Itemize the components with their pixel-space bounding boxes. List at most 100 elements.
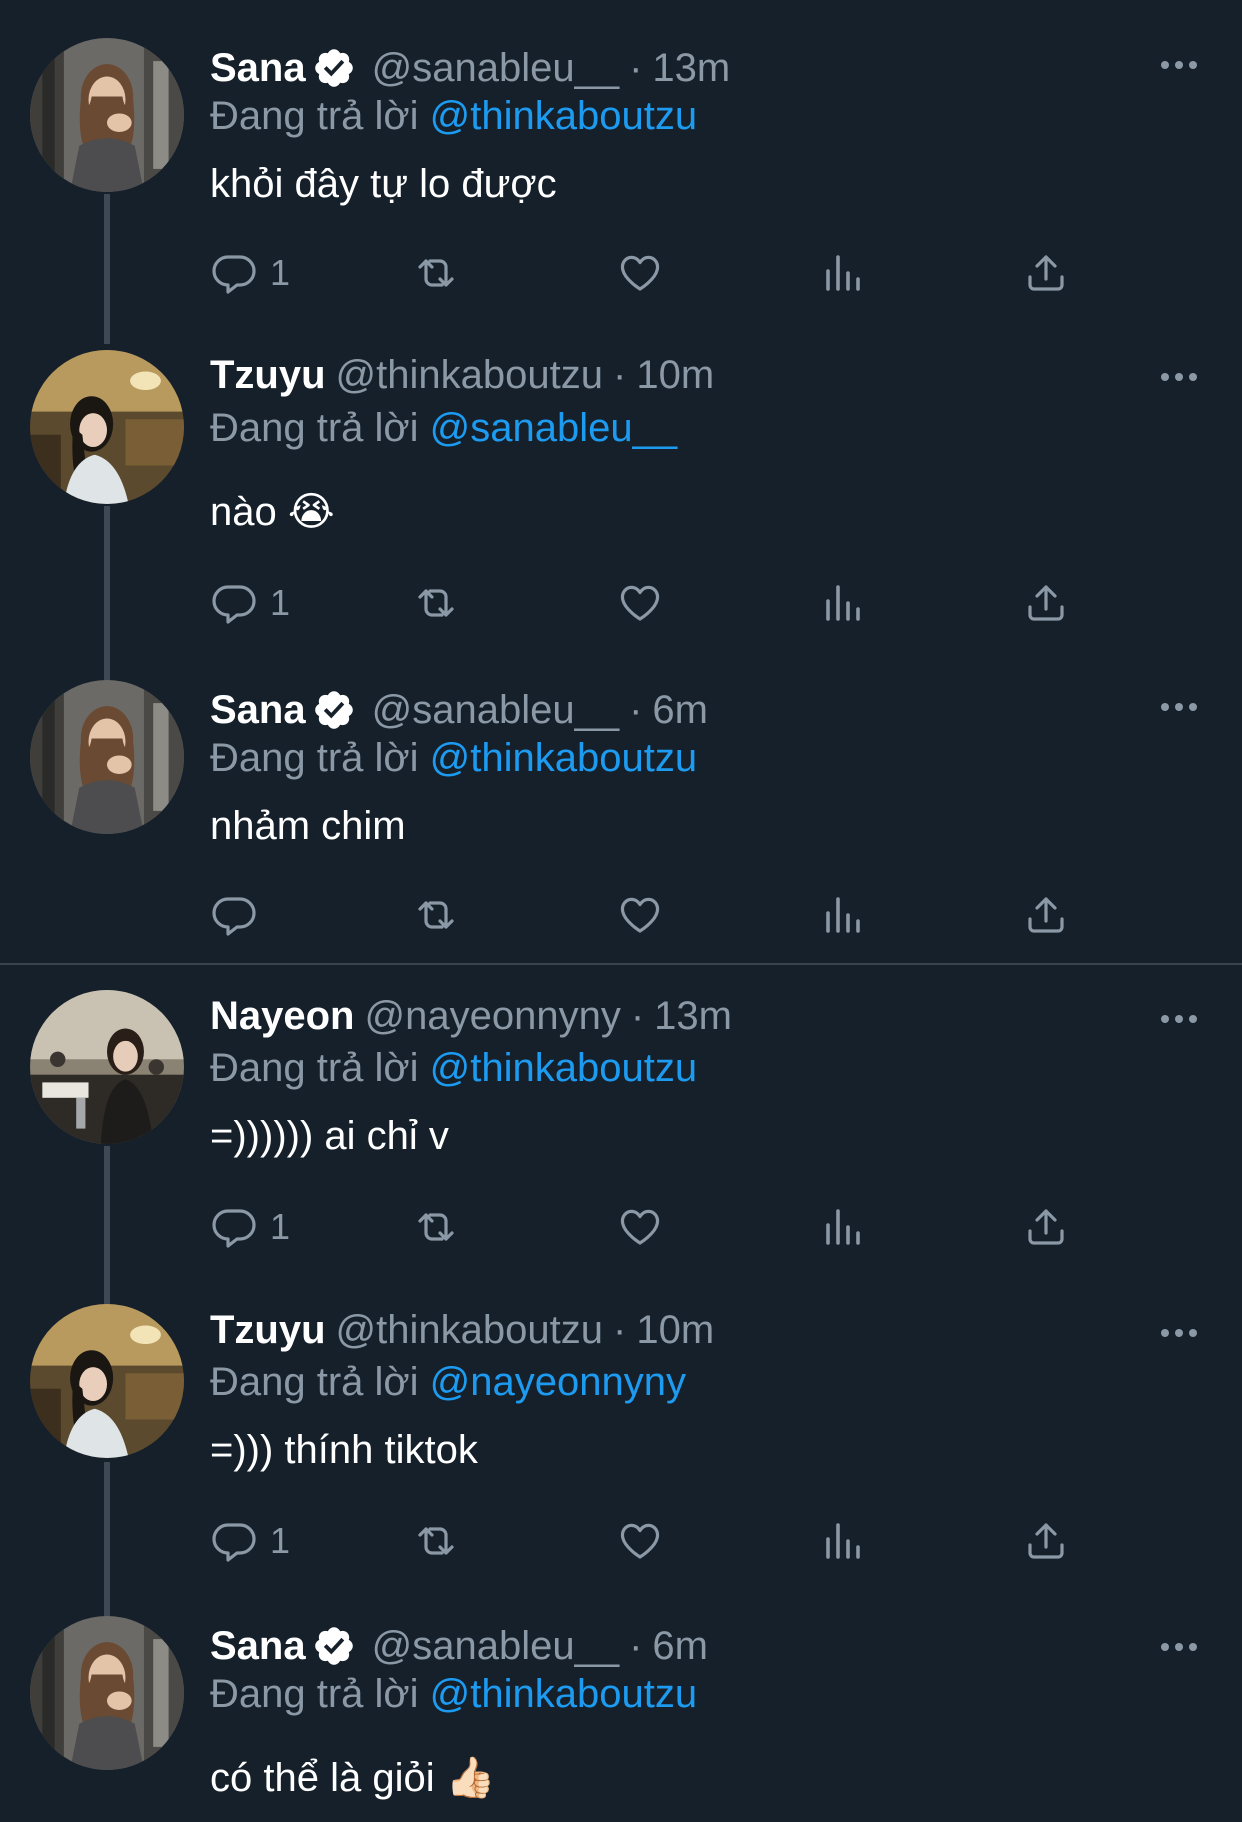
views-button[interactable] (820, 890, 868, 940)
mention-link[interactable]: @thinkaboutzu (430, 94, 697, 138)
views-button[interactable] (820, 248, 868, 298)
like-button[interactable] (616, 1516, 664, 1566)
reply-button[interactable]: 1 (210, 1202, 290, 1252)
display-name[interactable]: Sana (210, 686, 306, 734)
share-button[interactable] (1022, 1202, 1070, 1252)
tweet-text: nào 😭 (210, 490, 335, 534)
retweet-icon (412, 1517, 460, 1565)
tweet-text: =)))))) ai chỉ v (210, 1114, 449, 1158)
more-icon[interactable] (1160, 1012, 1198, 1024)
replying-to: Đang trả lời @thinkaboutzu (210, 1044, 697, 1092)
retweet-icon (412, 579, 460, 627)
replying-to: Đang trả lời @thinkaboutzu (210, 1670, 697, 1718)
like-button[interactable] (616, 578, 664, 628)
retweet-button[interactable] (412, 578, 460, 628)
views-icon (820, 891, 868, 939)
timestamp[interactable]: 13m (652, 44, 730, 92)
avatar[interactable] (30, 350, 184, 504)
more-icon[interactable] (1160, 700, 1198, 712)
mention-link[interactable]: @sanableu__ (430, 406, 677, 450)
timestamp[interactable]: 10m (636, 1306, 714, 1354)
display-name[interactable]: Sana (210, 1622, 306, 1670)
retweet-button[interactable] (412, 1202, 460, 1252)
reply-button[interactable] (210, 890, 270, 940)
share-button[interactable] (1022, 248, 1070, 298)
action-bar: 1 (210, 1202, 1110, 1252)
display-name[interactable]: Tzuyu (210, 1306, 326, 1354)
share-icon (1022, 1517, 1070, 1565)
tweet[interactable]: Sana @sanableu__ · 6m Đang trả lời @thin… (0, 1612, 1242, 1822)
tweet[interactable]: Nayeon @nayeonnyny · 13m Đang trả lời @t… (0, 966, 1242, 1312)
handle[interactable]: @sanableu__ (372, 686, 619, 734)
more-icon[interactable] (1160, 1326, 1198, 1338)
more-icon[interactable] (1160, 58, 1198, 70)
separator-dot: · (613, 1308, 627, 1352)
share-button[interactable] (1022, 1516, 1070, 1566)
tweet[interactable]: Tzuyu @thinkaboutzu · 10m Đang trả lời @… (0, 330, 1242, 686)
action-bar: 1 (210, 1516, 1110, 1566)
tweet[interactable]: Sana @sanableu__ · 13m Đang trả lời @thi… (0, 0, 1242, 344)
views-button[interactable] (820, 1516, 868, 1566)
tweet-text: có thể là giỏi 👍🏻 (210, 1756, 496, 1800)
more-icon[interactable] (1160, 1640, 1198, 1652)
retweet-button[interactable] (412, 248, 460, 298)
divider (0, 963, 1242, 965)
tweet[interactable]: Tzuyu @thinkaboutzu · 10m Đang trả lời @… (0, 1292, 1242, 1632)
mention-link[interactable]: @thinkaboutzu (430, 736, 697, 780)
action-bar: 1 (210, 248, 1110, 298)
retweet-button[interactable] (412, 890, 460, 940)
display-name[interactable]: Nayeon (210, 992, 355, 1040)
tweet-text: =))) thính tiktok (210, 1428, 478, 1472)
avatar[interactable] (30, 1304, 184, 1458)
tweet-text: khỏi đây tự lo được (210, 162, 557, 206)
reply-button[interactable]: 1 (210, 578, 290, 628)
thread-line (104, 506, 110, 686)
mention-link[interactable]: @nayeonnyny (430, 1360, 686, 1404)
avatar[interactable] (30, 38, 184, 192)
avatar[interactable] (30, 990, 184, 1144)
views-icon (820, 249, 868, 297)
handle[interactable]: @sanableu__ (372, 1622, 619, 1670)
share-icon (1022, 579, 1070, 627)
like-button[interactable] (616, 248, 664, 298)
share-button[interactable] (1022, 578, 1070, 628)
separator-dot: · (629, 688, 643, 732)
handle[interactable]: @sanableu__ (372, 44, 619, 92)
mention-link[interactable]: @thinkaboutzu (430, 1672, 697, 1716)
like-button[interactable] (616, 890, 664, 940)
replying-to-label: Đang trả lời (210, 406, 419, 450)
timestamp[interactable]: 10m (636, 351, 714, 399)
reply-button[interactable]: 1 (210, 1516, 290, 1566)
handle[interactable]: @thinkaboutzu (336, 1306, 603, 1354)
reply-button[interactable]: 1 (210, 248, 290, 298)
timestamp[interactable]: 13m (654, 992, 732, 1040)
share-icon (1022, 249, 1070, 297)
tweet[interactable]: Sana @sanableu__ · 6m Đang trả lời @thin… (0, 660, 1242, 960)
handle[interactable]: @thinkaboutzu (336, 351, 603, 399)
views-button[interactable] (820, 578, 868, 628)
replying-to: Đang trả lời @nayeonnyny (210, 1358, 686, 1406)
mention-link[interactable]: @thinkaboutzu (430, 1046, 697, 1090)
like-icon (616, 249, 664, 297)
thread-line (104, 194, 110, 344)
timestamp[interactable]: 6m (652, 686, 708, 734)
handle[interactable]: @nayeonnyny (365, 992, 621, 1040)
reply-count: 1 (270, 1520, 291, 1561)
like-icon (616, 1203, 664, 1251)
like-icon (616, 1517, 664, 1565)
like-button[interactable] (616, 1202, 664, 1252)
separator-dot: · (630, 994, 645, 1038)
retweet-icon (412, 249, 460, 297)
verified-icon (312, 46, 356, 90)
more-icon[interactable] (1160, 370, 1198, 382)
display-name[interactable]: Sana (210, 44, 306, 92)
share-button[interactable] (1022, 890, 1070, 940)
avatar[interactable] (30, 1616, 184, 1770)
timestamp[interactable]: 6m (652, 1622, 708, 1670)
reply-icon (210, 249, 258, 297)
views-button[interactable] (820, 1202, 868, 1252)
avatar[interactable] (30, 680, 184, 834)
retweet-button[interactable] (412, 1516, 460, 1566)
action-bar (210, 890, 1110, 940)
display-name[interactable]: Tzuyu (210, 351, 326, 399)
